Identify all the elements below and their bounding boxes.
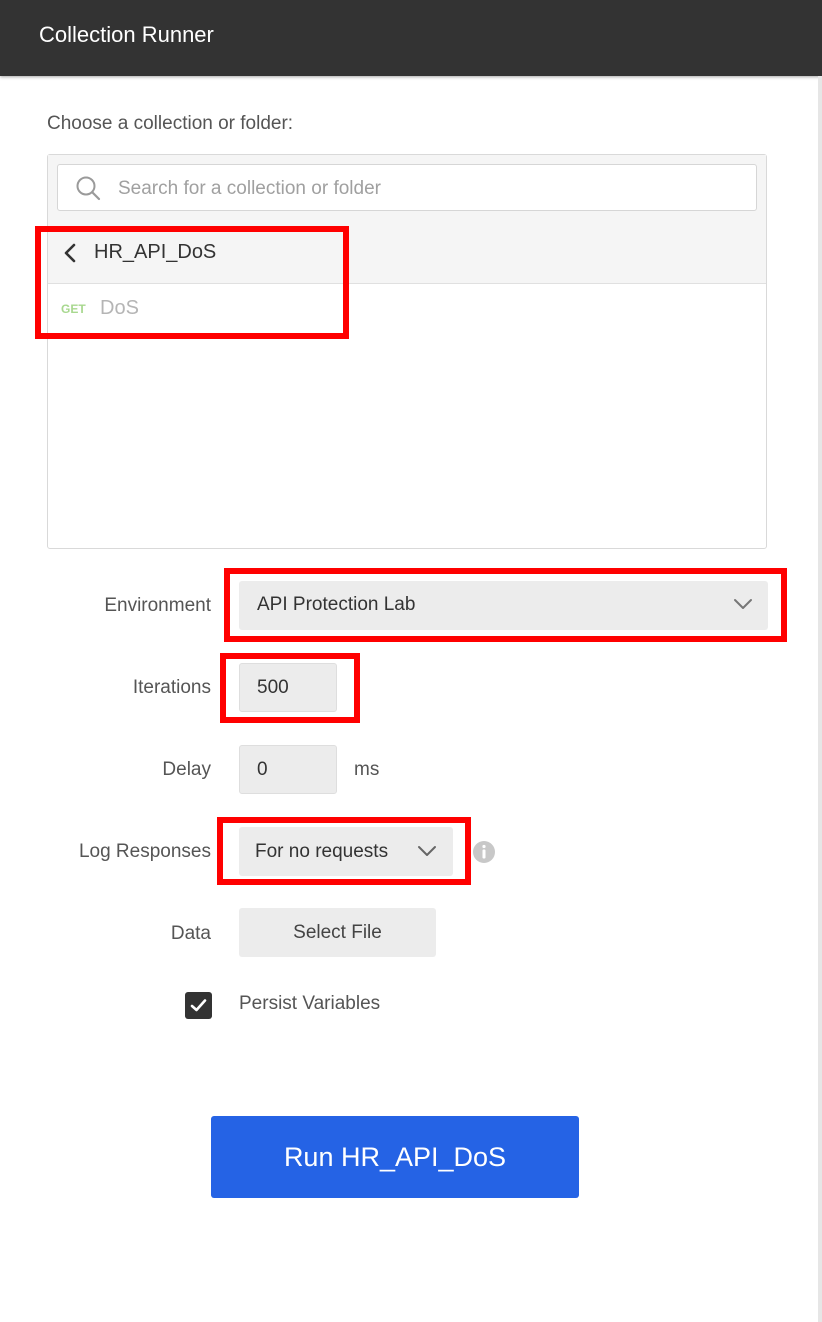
environment-label: Environment [104, 595, 211, 616]
environment-value: API Protection Lab [257, 594, 416, 615]
info-icon[interactable] [472, 840, 496, 864]
search-icon [76, 176, 101, 201]
iterations-input[interactable] [239, 663, 337, 712]
collection-picker-label: Choose a collection or folder: [47, 113, 294, 134]
request-item[interactable]: GET DoS [48, 293, 448, 325]
chevron-left-icon [64, 243, 76, 263]
delay-input[interactable] [239, 745, 337, 794]
iterations-label: Iterations [132, 677, 211, 698]
checkmark-icon [190, 999, 207, 1012]
chevron-down-icon [418, 846, 436, 856]
request-method-badge: GET [61, 302, 86, 316]
title-bar: Collection Runner [0, 0, 822, 76]
delay-unit: ms [354, 759, 380, 780]
persist-variables-checkbox[interactable] [185, 992, 212, 1019]
search-input[interactable] [116, 173, 740, 205]
log-responses-select[interactable]: For no requests [239, 827, 453, 876]
collection-picker-header: HR_API_DoS [48, 155, 766, 284]
select-file-button[interactable]: Select File [239, 908, 436, 957]
log-responses-value: For no requests [255, 841, 389, 862]
chevron-down-icon [734, 599, 752, 609]
window-edge [818, 76, 822, 1322]
log-responses-label: Log Responses [78, 841, 211, 862]
current-folder-name: HR_API_DoS [94, 241, 217, 263]
collection-picker: HR_API_DoS GET DoS [47, 154, 767, 549]
request-name: DoS [100, 297, 139, 319]
persist-variables-label: Persist Variables [239, 993, 381, 1014]
folder-back-button[interactable]: HR_API_DoS [48, 231, 448, 273]
delay-label: Delay [162, 759, 211, 780]
run-collection-button[interactable]: Run HR_API_DoS [211, 1116, 579, 1198]
search-field[interactable] [57, 164, 757, 211]
environment-select[interactable]: API Protection Lab [239, 581, 768, 630]
window-title: Collection Runner [39, 22, 214, 47]
data-label: Data [170, 923, 211, 944]
